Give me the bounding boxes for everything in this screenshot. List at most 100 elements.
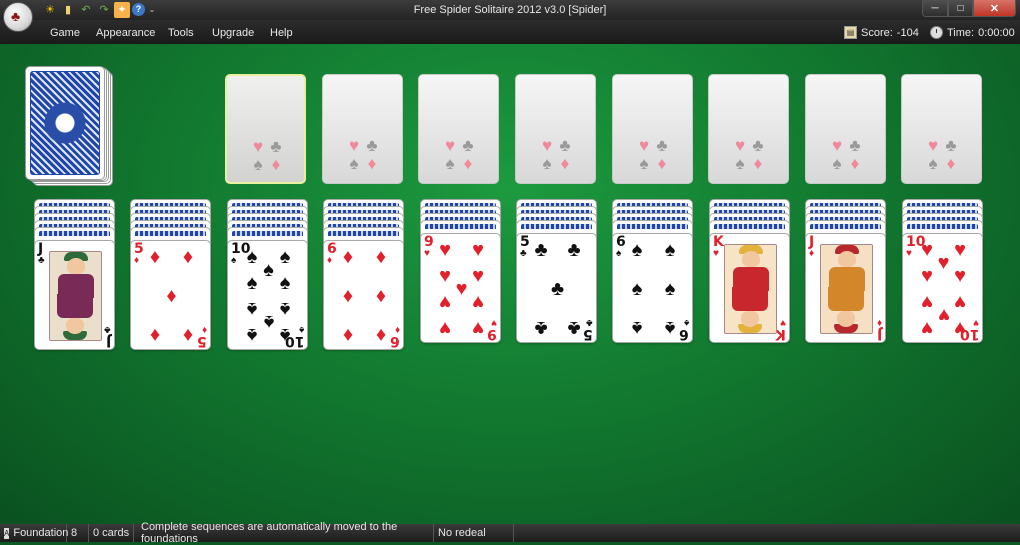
score-display: ▤ Score: -104 — [844, 26, 919, 39]
playing-card[interactable]: 10 ♥ 10 ♥ ♥ ♥ ♥ ♥ ♥ ♥ ♥ ♥ ♥ ♥ — [902, 233, 983, 343]
card-pips: ♦ ♦ ♦ ♦ ♦ — [145, 247, 198, 346]
playing-card[interactable]: 5 ♣ 5 ♣ ♣ ♣ ♣ ♣ ♣ — [516, 233, 597, 343]
menu-bar: Game Appearance Tools Upgrade Help ▤ Sco… — [0, 20, 1020, 44]
foundation-icon: A — [4, 527, 10, 539]
diamond-icon: ♦ — [201, 324, 207, 335]
card-rank: 5 — [134, 241, 144, 257]
playing-card[interactable]: 6 ♦ 6 ♦ ♦ ♦ ♦ ♦ ♦ ♦ — [323, 240, 404, 350]
score-label: Score: — [861, 26, 893, 39]
heart-icon: ♥ — [472, 317, 484, 339]
stock-pile[interactable] — [25, 66, 117, 188]
card-rank: K — [713, 234, 724, 250]
heart-icon: ♥ — [491, 317, 497, 328]
card-pips: ♥ ♥ ♥ ♥ ♥ ♥ ♥ ♥ ♥ — [435, 240, 488, 339]
club-icon: ♣ — [559, 136, 571, 155]
spider-logo-icon: ♣ — [11, 8, 21, 24]
stock-card-top[interactable] — [25, 66, 105, 180]
playing-card[interactable]: K ♥ K ♥ — [709, 233, 790, 343]
card-rank: J — [876, 326, 882, 342]
club-icon: ♣ — [38, 255, 45, 266]
club-icon: ♣ — [534, 317, 548, 339]
diamond-icon: ♦ — [342, 324, 354, 346]
diamond-icon: ♦ — [850, 154, 860, 173]
card-rank: J — [38, 241, 44, 257]
spade-icon: ♠ — [253, 155, 263, 174]
playing-card[interactable]: 10 ♠ 10 ♠ ♠ ♠ ♠ ♠ ♠ ♠ ♠ ♠ ♠ ♠ — [227, 240, 308, 350]
foundation-suits: ♥ ♣ ♠ ♦ — [828, 137, 864, 177]
spade-icon: ♠ — [542, 154, 552, 173]
diamond-icon: ♦ — [342, 246, 354, 268]
close-button[interactable]: ✕ — [973, 0, 1016, 17]
app-menu-button[interactable]: ♣ — [3, 2, 33, 32]
club-icon: ♣ — [586, 317, 593, 328]
foundation-suits: ♥ ♣ ♠ ♦ — [249, 138, 285, 178]
heart-icon: ♥ — [927, 136, 939, 155]
heart-icon: ♥ — [472, 291, 484, 314]
spade-icon: ♠ — [631, 278, 643, 300]
card-pips: ♠ ♠ ♠ ♠ ♠ ♠ ♠ ♠ ♠ ♠ — [242, 247, 295, 346]
foundation-slot[interactable]: ♥ ♣ ♠ ♦ — [612, 74, 693, 184]
diamond-icon: ♦ — [342, 285, 354, 307]
heart-icon: ♥ — [921, 317, 933, 339]
foundation-slot[interactable]: ♥ ♣ ♠ ♦ — [225, 74, 306, 184]
foundation-slot[interactable]: ♥ ♣ ♠ ♦ — [901, 74, 982, 184]
spade-icon: ♠ — [683, 317, 689, 328]
score-icon: ▤ — [844, 26, 857, 39]
time-value: 0:00:00 — [978, 26, 1015, 39]
spade-icon: ♠ — [664, 278, 676, 300]
club-icon: ♣ — [752, 136, 764, 155]
menu-help[interactable]: Help — [270, 27, 293, 39]
spade-icon: ♠ — [231, 255, 237, 266]
card-back-pattern — [30, 71, 100, 175]
foundation-slot[interactable]: ♥ ♣ ♠ ♦ — [805, 74, 886, 184]
playing-card[interactable]: 6 ♠ 6 ♠ ♠ ♠ ♠ ♠ ♠ ♠ — [612, 233, 693, 343]
foundation-slot[interactable]: ♥ ♣ ♠ ♦ — [708, 74, 789, 184]
minimize-button[interactable]: ─ — [922, 0, 948, 17]
foundation-suits: ♥ ♣ ♠ ♦ — [538, 137, 574, 177]
playing-card[interactable]: 9 ♥ 9 ♥ ♥ ♥ ♥ ♥ ♥ ♥ ♥ ♥ ♥ — [420, 233, 501, 343]
status-message: Complete sequences are automatically mov… — [134, 521, 434, 545]
foundation-suits: ♥ ♣ ♠ ♦ — [345, 137, 381, 177]
window-title: Free Spider Solitaire 2012 v3.0 [Spider] — [413, 4, 607, 16]
club-icon: ♣ — [270, 137, 282, 156]
card-rank: J — [105, 333, 111, 349]
heart-icon: ♥ — [348, 136, 360, 155]
status-foundation-label: Foundation — [13, 527, 69, 539]
foundation-slot[interactable]: ♥ ♣ ♠ ♦ — [515, 74, 596, 184]
spade-icon: ♠ — [616, 248, 622, 259]
menu-tools[interactable]: Tools — [168, 27, 194, 39]
foundation-slot[interactable]: ♥ ♣ ♠ ♦ — [322, 74, 403, 184]
status-foundation: A Foundation — [0, 524, 69, 542]
foundation-slot[interactable]: ♥ ♣ ♠ ♦ — [418, 74, 499, 184]
card-rank: 9 — [487, 326, 497, 342]
heart-icon: ♥ — [439, 291, 451, 314]
diamond-icon: ♦ — [946, 154, 956, 173]
diamond-icon: ♦ — [375, 285, 387, 307]
card-rank: 6 — [616, 234, 626, 250]
spade-icon: ♠ — [631, 239, 643, 261]
maximize-button[interactable]: □ — [948, 0, 973, 17]
menu-game[interactable]: Game — [50, 27, 80, 39]
spade-icon: ♠ — [664, 317, 676, 339]
club-icon: ♣ — [104, 324, 111, 335]
playing-card[interactable]: J ♣ J ♣ — [34, 240, 115, 350]
spade-icon: ♠ — [349, 154, 359, 173]
menu-upgrade[interactable]: Upgrade — [212, 27, 254, 39]
menu-appearance[interactable]: Appearance — [96, 27, 155, 39]
time-label: Time: — [947, 26, 975, 39]
court-card-art — [724, 244, 777, 334]
heart-icon: ♥ — [831, 136, 843, 155]
foundation-suits: ♥ ♣ ♠ ♦ — [635, 137, 671, 177]
heart-icon: ♥ — [444, 136, 456, 155]
diamond-icon: ♦ — [753, 154, 763, 173]
playing-card[interactable]: 5 ♦ 5 ♦ ♦ ♦ ♦ ♦ ♦ — [130, 240, 211, 350]
status-cards: 0 cards — [89, 524, 134, 542]
playing-card[interactable]: J ♦ J ♦ — [805, 233, 886, 343]
heart-icon: ♥ — [921, 264, 933, 287]
diamond-icon: ♦ — [166, 285, 177, 307]
foundation-suits: ♥ ♣ ♠ ♦ — [924, 137, 960, 177]
diamond-icon: ♦ — [463, 154, 473, 173]
card-rank: 5 — [520, 234, 530, 250]
status-redeal: No redeal — [434, 524, 514, 542]
diamond-icon: ♦ — [271, 155, 281, 174]
